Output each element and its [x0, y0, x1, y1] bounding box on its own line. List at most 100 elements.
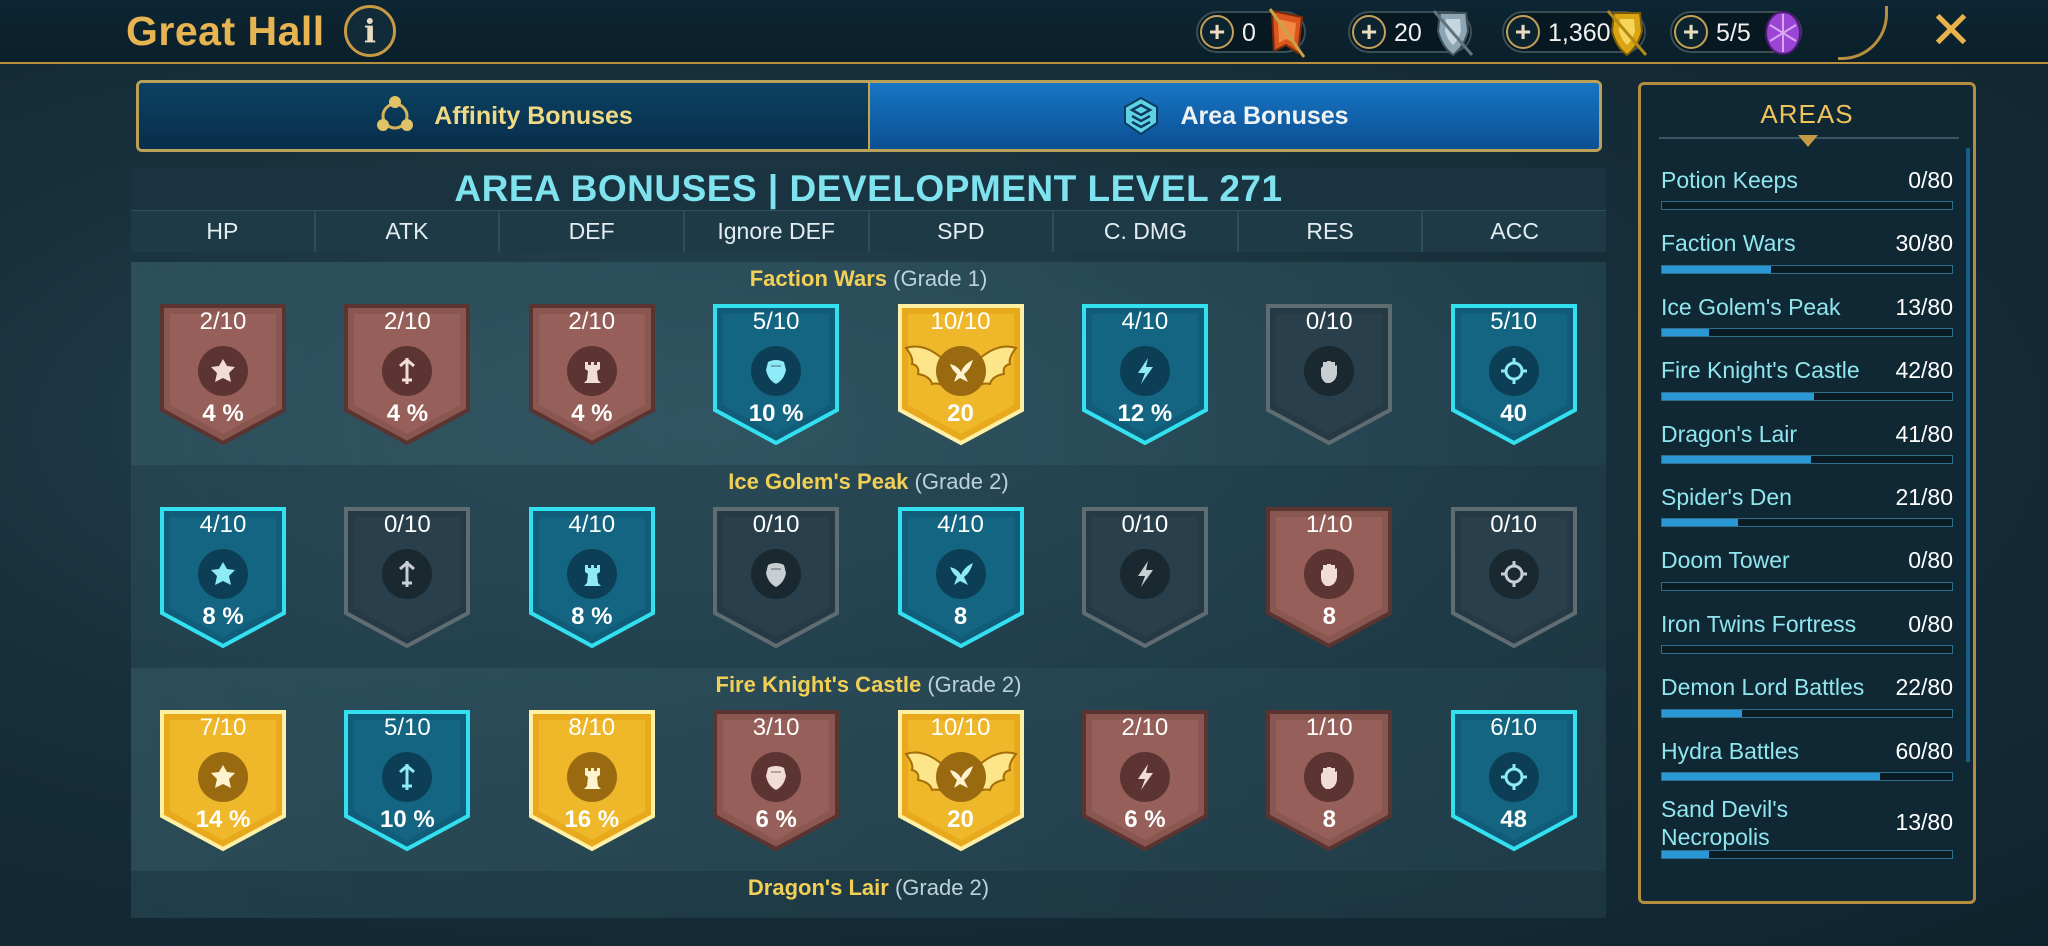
stat-bonus-badge[interactable]: 10/10 20	[896, 302, 1026, 447]
badge-bonus: 8 %	[202, 603, 244, 630]
stat-header: SPD	[870, 211, 1055, 252]
progress-fill	[1662, 709, 1742, 717]
area-grade: (Grade 2)	[914, 469, 1009, 494]
badge-level: 2/10	[1121, 714, 1169, 741]
area-item-name: Hydra Battles	[1661, 737, 1800, 764]
stat-bonus-badge[interactable]: 1/10 8	[1264, 505, 1394, 650]
progress-fill	[1662, 265, 1771, 273]
stat-bonus-badge[interactable]: 4/10 8 %	[158, 505, 288, 650]
badge-cell: 2/10 4 %	[315, 302, 499, 452]
area-list-item[interactable]: Dragon's Lair 41/80	[1661, 411, 1957, 474]
badge-level: 4/10	[1121, 308, 1169, 335]
badge-level: 5/10	[1490, 308, 1537, 335]
badge-level: 10/10	[930, 308, 991, 335]
stat-bonus-badge[interactable]: 4/10 8 %	[527, 505, 657, 650]
acc-icon	[1488, 549, 1539, 599]
progress-fill	[1662, 519, 1739, 527]
stat-bonus-badge[interactable]: 0/10	[1264, 302, 1394, 447]
area-name: Fire Knight's Castle	[715, 672, 922, 697]
page-title: Great Hall	[126, 8, 325, 54]
stat-bonus-badge[interactable]: 6/10 48	[1449, 708, 1579, 853]
close-button[interactable]: ✕	[1922, 2, 1980, 60]
area-name: Ice Golem's Peak	[728, 469, 909, 494]
area-list-item[interactable]: Demon Lord Battles 22/80	[1661, 664, 1957, 727]
resource-value: 0	[1242, 19, 1256, 47]
badge-cell: 5/10 40	[1422, 302, 1606, 452]
stat-bonus-badge[interactable]: 5/10 10 %	[711, 302, 841, 447]
badge-cell: 4/10 8	[869, 505, 1053, 655]
badge-cell: 0/10	[1237, 302, 1421, 452]
stat-bonus-badge[interactable]: 2/10 4 %	[158, 302, 288, 447]
stat-bonus-badge[interactable]: 3/10 6 %	[711, 708, 841, 853]
area-list-item[interactable]: Spider's Den 21/80	[1661, 474, 1957, 537]
stat-bonus-badge[interactable]: 1/10 8	[1264, 708, 1394, 853]
area-bonus-list[interactable]: Faction Wars (Grade 1) 2/10 4 % 2/10 4 % 2/10…	[131, 262, 1606, 918]
cdmg-icon	[1119, 549, 1170, 599]
badge-bonus: 8 %	[571, 603, 613, 630]
badge-level: 5/10	[384, 714, 431, 741]
stat-bonus-badge[interactable]: 0/10	[342, 505, 472, 650]
areas-title: AREAS	[1760, 99, 1854, 129]
area-item-progress: 0/80	[1908, 167, 1953, 193]
badge-level: 10/10	[930, 714, 991, 741]
stat-header: RES	[1239, 211, 1424, 252]
plus-button[interactable]: +	[1506, 15, 1540, 49]
badge-cell: 4/10 8 %	[500, 505, 684, 655]
plus-button[interactable]: +	[1674, 15, 1708, 49]
area-list-item[interactable]: Doom Tower 0/80	[1661, 537, 1957, 600]
badge-bonus: 4 %	[202, 400, 244, 427]
area-grade-title: Ice Golem's Peak (Grade 2)	[131, 469, 1606, 495]
badge-level: 1/10	[1305, 511, 1353, 538]
area-grade-title: Fire Knight's Castle (Grade 2)	[131, 672, 1606, 698]
stat-header: Ignore DEF	[685, 211, 870, 252]
stat-bonus-badge[interactable]: 0/10	[1449, 505, 1579, 650]
stat-header-row: HP ATK DEF Ignore DEF SPD C. DMG RES ACC	[131, 210, 1606, 252]
ignore-def-icon	[751, 752, 802, 802]
stat-bonus-badge[interactable]: 2/10 6 %	[1080, 708, 1210, 853]
plus-button[interactable]: +	[1352, 15, 1386, 49]
plus-button[interactable]: +	[1200, 15, 1234, 49]
badge-cell: 6/10 48	[1422, 708, 1606, 858]
tab-area-bonuses[interactable]: Area Bonuses	[870, 83, 1599, 149]
badge-cell: 1/10 8	[1237, 708, 1421, 858]
res-icon	[1304, 549, 1355, 599]
area-list-item[interactable]: Hydra Battles 60/80	[1661, 728, 1957, 791]
progress-bar	[1661, 264, 1953, 274]
badge-cell: 10/10 20	[869, 708, 1053, 858]
badge-level: 3/10	[752, 714, 800, 741]
badge-level: 2/10	[384, 308, 431, 335]
area-list-item[interactable]: Fire Knight's Castle 42/80	[1661, 347, 1957, 410]
stat-bonus-badge[interactable]: 4/10 12 %	[1080, 302, 1210, 447]
stat-bonus-badge[interactable]: 5/10 10 %	[342, 708, 472, 853]
areas-scrollbar[interactable]	[1966, 148, 1970, 762]
info-button[interactable]: i	[344, 5, 396, 57]
badge-cell: 5/10 10 %	[315, 708, 499, 858]
tab-affinity-bonuses[interactable]: Affinity Bonuses	[139, 83, 870, 149]
hp-icon	[198, 549, 248, 599]
badge-level: 0/10	[1121, 511, 1169, 538]
stat-bonus-badge[interactable]: 0/10	[1080, 505, 1210, 650]
area-list-item[interactable]: Potion Keeps 0/80	[1661, 157, 1957, 220]
progress-bar	[1661, 645, 1953, 655]
res-icon	[1304, 752, 1355, 802]
area-item-name: Dragon's Lair	[1661, 420, 1798, 447]
badge-level: 6/10	[1490, 714, 1537, 741]
area-list-item[interactable]: Sand Devil's Necropolis 13/80	[1661, 791, 1957, 869]
badge-cell: 0/10	[684, 505, 868, 655]
area-list-item[interactable]: Iron Twins Fortress 0/80	[1661, 601, 1957, 664]
stat-bonus-badge[interactable]: 2/10 4 %	[342, 302, 472, 447]
area-list-item[interactable]: Ice Golem's Peak 13/80	[1661, 284, 1957, 347]
stat-bonus-badge[interactable]: 5/10 40	[1449, 302, 1579, 447]
def-icon	[566, 549, 617, 599]
tab-label: Area Bonuses	[1180, 101, 1349, 130]
stat-bonus-badge[interactable]: 4/10 8	[896, 505, 1026, 650]
badge-cell: 2/10 6 %	[1053, 708, 1237, 858]
badge-level: 4/10	[937, 511, 984, 538]
area-grade: (Grade 2)	[927, 672, 1022, 697]
stat-bonus-badge[interactable]: 2/10 4 %	[527, 302, 657, 447]
stat-bonus-badge[interactable]: 8/10 16 %	[527, 708, 657, 853]
stat-bonus-badge[interactable]: 7/10 14 %	[158, 708, 288, 853]
stat-bonus-badge[interactable]: 0/10	[711, 505, 841, 650]
area-list-item[interactable]: Faction Wars 30/80	[1661, 220, 1957, 283]
stat-bonus-badge[interactable]: 10/10 20	[896, 708, 1026, 853]
